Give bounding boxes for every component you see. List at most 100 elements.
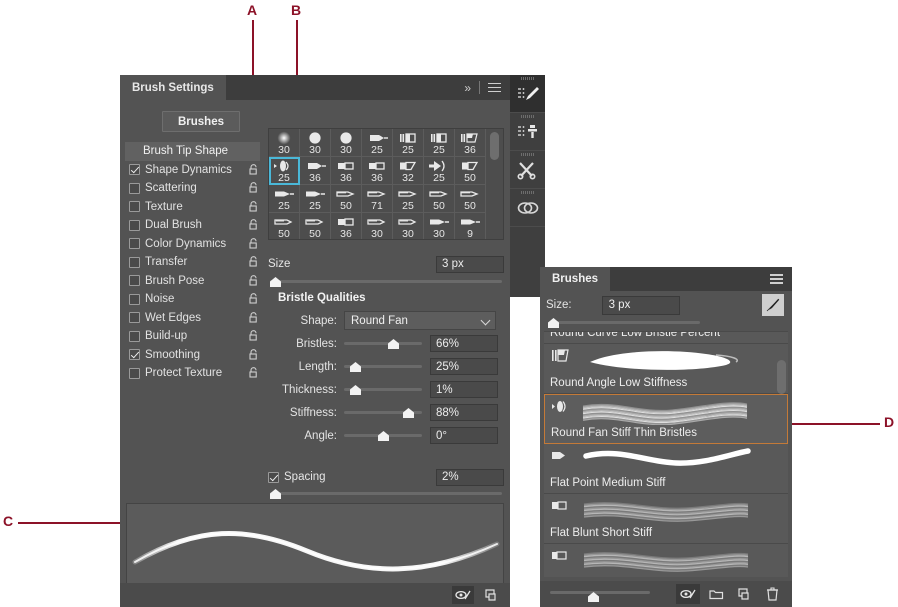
brush-preset-tile[interactable]: 32	[393, 157, 424, 185]
brush-option-checkbox[interactable]	[129, 164, 140, 175]
brush-preview-toggle-icon[interactable]	[676, 584, 700, 604]
brush-option-wet-edges[interactable]: Wet Edges	[125, 309, 260, 328]
brush-option-transfer[interactable]: Transfer	[125, 253, 260, 272]
lock-icon[interactable]	[249, 330, 258, 341]
brush-option-color-dynamics[interactable]: Color Dynamics	[125, 235, 260, 254]
brush-settings-dock-icon[interactable]	[510, 75, 545, 113]
shape-select[interactable]: Round Fan	[344, 311, 496, 330]
brush-option-checkbox[interactable]	[129, 238, 140, 249]
lock-icon[interactable]	[249, 182, 258, 193]
lock-icon[interactable]	[249, 201, 258, 212]
brush-preset-tile[interactable]: 36	[331, 157, 362, 185]
tab-brushes[interactable]: Brushes	[540, 267, 610, 291]
brush-option-checkbox[interactable]	[129, 368, 140, 379]
spacing-value-field[interactable]: 2%	[436, 469, 504, 486]
brush-option-checkbox[interactable]	[129, 201, 140, 212]
brush-preset-tile[interactable]: 50	[455, 185, 486, 213]
brush-preset-grid[interactable]: 3030302525253625363636322550252550712550…	[268, 128, 504, 240]
cc-libraries-dock-icon[interactable]	[510, 189, 545, 227]
brush-preview-toggle-icon[interactable]	[452, 586, 474, 604]
brush-preset-tile[interactable]: 50	[300, 213, 331, 240]
brush-list-item-selected[interactable]: Round Fan Stiff Thin Bristles	[544, 394, 788, 444]
spacing-slider-track[interactable]	[270, 492, 502, 495]
spacing-checkbox[interactable]	[268, 472, 279, 483]
new-brush-icon[interactable]	[732, 584, 756, 604]
brush-preset-tile[interactable]: 25	[362, 129, 393, 157]
slider-knob[interactable]	[403, 408, 414, 418]
brush-option-checkbox[interactable]	[129, 294, 140, 305]
brush-preset-tile[interactable]: 50	[269, 213, 300, 240]
size-slider-track[interactable]	[270, 280, 502, 283]
brush-list-item[interactable]	[544, 544, 788, 577]
brush-option-checkbox[interactable]	[129, 349, 140, 360]
brush-option-checkbox[interactable]	[129, 275, 140, 286]
brush-option-scattering[interactable]: Scattering	[125, 179, 260, 198]
brush-preset-tile[interactable]: 71	[362, 185, 393, 213]
brushes-size-slider-track[interactable]	[550, 321, 700, 324]
brush-preset-tile[interactable]: 36	[362, 157, 393, 185]
brush-option-checkbox[interactable]	[129, 331, 140, 342]
slider-knob[interactable]	[388, 339, 399, 349]
edit-brush-icon[interactable]	[762, 294, 784, 316]
brushes-size-field[interactable]: 3 px	[602, 296, 680, 315]
brushes-list[interactable]: Flat Blunt Short StiffFlat Point Medium …	[544, 331, 788, 577]
lock-icon[interactable]	[249, 256, 258, 267]
brush-option-protect-texture[interactable]: Protect Texture	[125, 364, 260, 383]
brush-preset-tile[interactable]: 50	[455, 157, 486, 185]
brush-option-checkbox[interactable]	[129, 220, 140, 231]
brush-grid-scroll-thumb[interactable]	[490, 132, 499, 160]
footer-slider-track[interactable]	[550, 591, 650, 594]
spacing-slider-knob[interactable]	[270, 489, 281, 499]
brush-option-checkbox[interactable]	[129, 183, 140, 194]
brushes-list-scroll-thumb[interactable]	[777, 360, 786, 394]
lock-icon[interactable]	[249, 164, 258, 175]
new-group-icon[interactable]	[704, 584, 728, 604]
brush-preset-tile[interactable]: 25	[424, 129, 455, 157]
brush-preset-tile[interactable]: 25	[269, 185, 300, 213]
brush-preset-tile[interactable]: 25	[269, 157, 300, 185]
lock-icon[interactable]	[249, 293, 258, 304]
slider-knob[interactable]	[378, 431, 389, 441]
brush-preset-tile[interactable]: 25	[424, 157, 455, 185]
brush-list-item[interactable]: Round Angle Low Stiffness	[544, 344, 788, 394]
brushes-list-scrollbar[interactable]	[776, 332, 787, 577]
brush-preset-tile[interactable]: 25	[393, 185, 424, 213]
brush-preset-tile[interactable]: 30	[331, 129, 362, 157]
lock-icon[interactable]	[249, 312, 258, 323]
brushes-size-slider-knob[interactable]	[548, 318, 559, 328]
brush-option-build-up[interactable]: Build-up	[125, 327, 260, 346]
brush-option-checkbox[interactable]	[129, 257, 140, 268]
lock-icon[interactable]	[249, 367, 258, 378]
bristle-row-value[interactable]: 66%	[430, 335, 498, 352]
bristle-row-slider[interactable]	[344, 426, 422, 445]
lock-icon[interactable]	[249, 219, 258, 230]
panel-menu-icon[interactable]	[770, 272, 783, 287]
delete-brush-icon[interactable]	[760, 584, 784, 604]
new-brush-icon[interactable]	[480, 586, 502, 604]
bristle-row-slider[interactable]	[344, 380, 422, 399]
clone-source-dock-icon[interactable]	[510, 113, 545, 151]
brushes-footer-slider[interactable]	[550, 584, 650, 604]
lock-icon[interactable]	[249, 275, 258, 286]
brush-list-item[interactable]: Flat Point Medium Stiff	[544, 444, 788, 494]
bristle-row-value[interactable]: 1%	[430, 381, 498, 398]
bristle-row-slider[interactable]	[344, 357, 422, 376]
slider-knob[interactable]	[350, 362, 361, 372]
brush-preset-tile[interactable]: 36	[331, 213, 362, 240]
collapse-panel-icon[interactable]: »	[464, 81, 471, 95]
brush-option-smoothing[interactable]: Smoothing	[125, 346, 260, 365]
brushes-button[interactable]: Brushes	[162, 111, 240, 132]
brush-preset-tile[interactable]: 30	[269, 129, 300, 157]
lock-icon[interactable]	[249, 238, 258, 249]
bristle-row-slider[interactable]	[344, 403, 422, 422]
brush-preset-tile[interactable]: 30	[300, 129, 331, 157]
brush-preset-tile[interactable]: 30	[393, 213, 424, 240]
brush-option-shape-dynamics[interactable]: Shape Dynamics	[125, 161, 260, 180]
brush-preset-tile[interactable]: 25	[393, 129, 424, 157]
bristle-row-value[interactable]: 88%	[430, 404, 498, 421]
brush-preset-tile[interactable]: 50	[331, 185, 362, 213]
brush-list-item[interactable]: Flat Blunt Short Stiff	[544, 494, 788, 544]
brush-option-brush-pose[interactable]: Brush Pose	[125, 272, 260, 291]
brush-preset-tile[interactable]: 25	[300, 185, 331, 213]
bristle-row-slider[interactable]	[344, 334, 422, 353]
